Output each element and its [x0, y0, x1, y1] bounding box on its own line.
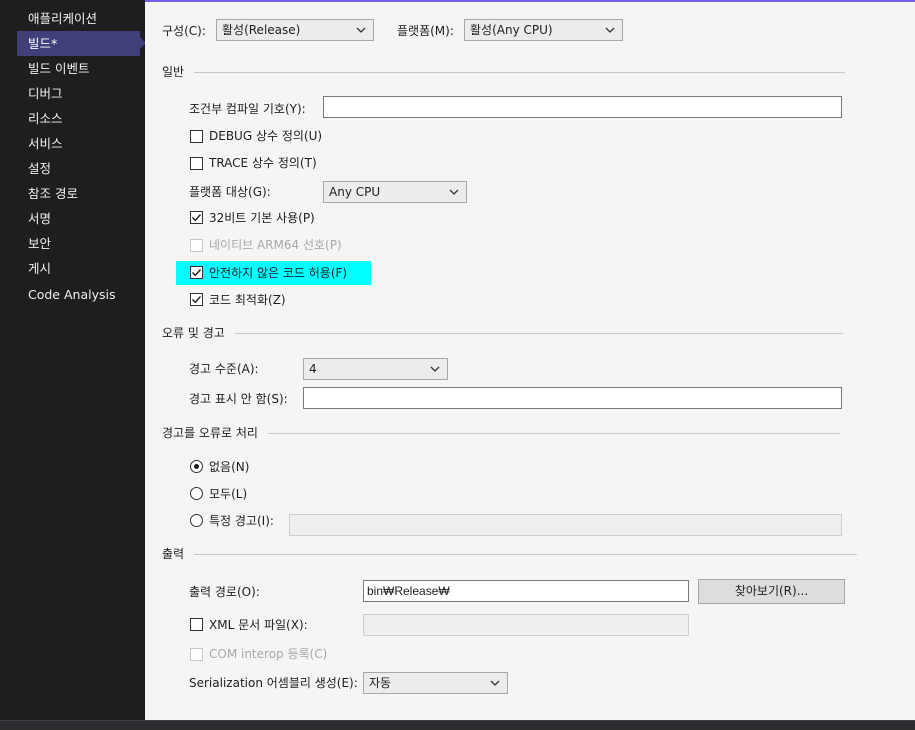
configuration-dropdown[interactable]: 활성(Release)	[216, 19, 374, 41]
chevron-down-icon	[449, 189, 459, 195]
prefer-32bit-label: 32비트 기본 사용(P)	[209, 211, 315, 225]
chevron-down-icon	[605, 27, 615, 33]
configuration-label: 구성(C):	[162, 24, 206, 38]
treat-warnings-all-label: 모두(L)	[209, 487, 248, 501]
warning-level-label: 경고 수준(A):	[189, 362, 259, 376]
suppress-warnings-input[interactable]	[303, 387, 842, 409]
warning-level-dropdown[interactable]: 4	[303, 358, 448, 380]
section-general-title: 일반	[162, 65, 185, 79]
sidebar-item-signing[interactable]: 서명	[17, 206, 140, 231]
xml-doc-input[interactable]	[363, 614, 689, 636]
section-treat-warnings: 경고를 오류로 처리	[162, 425, 840, 441]
sidebar-item-settings[interactable]: 설정	[17, 156, 140, 181]
define-debug-checkbox[interactable]	[190, 130, 203, 143]
platform-target-value: Any CPU	[329, 185, 381, 199]
browse-button[interactable]: 찾아보기(R)...	[698, 579, 845, 604]
conditional-symbols-input[interactable]	[323, 96, 842, 118]
sidebar-item-debug[interactable]: 디버그	[17, 81, 140, 106]
platform-label: 플랫폼(M):	[397, 24, 454, 38]
sidebar-item-security[interactable]: 보안	[17, 231, 140, 256]
sidebar-item-build[interactable]: 빌드*	[17, 31, 146, 56]
treat-warnings-all-radio[interactable]	[190, 487, 203, 500]
platform-target-dropdown[interactable]: Any CPU	[323, 181, 467, 203]
treat-warnings-none-label: 없음(N)	[209, 460, 250, 474]
sidebar-item-publish[interactable]: 게시	[17, 256, 140, 281]
suppress-warnings-label: 경고 표시 안 함(S):	[189, 392, 288, 406]
section-divider	[234, 332, 843, 334]
specific-warnings-input[interactable]	[289, 514, 842, 536]
allow-unsafe-label: 안전하지 않은 코드 허용(F)	[209, 266, 348, 280]
section-output-title: 출력	[162, 547, 185, 561]
sidebar-item-services[interactable]: 서비스	[17, 131, 140, 156]
checkmark-icon	[192, 214, 202, 222]
output-path-label: 출력 경로(O):	[189, 585, 260, 599]
optimize-code-label: 코드 최적화(Z)	[209, 293, 286, 307]
chevron-down-icon	[356, 27, 366, 33]
prefer-arm64-checkbox[interactable]	[190, 239, 203, 252]
section-errors-warnings: 오류 및 경고	[162, 325, 843, 341]
platform-dropdown[interactable]: 활성(Any CPU)	[464, 19, 623, 41]
section-output: 출력	[162, 546, 858, 562]
define-trace-label: TRACE 상수 정의(T)	[209, 156, 317, 170]
platform-value: 활성(Any CPU)	[470, 23, 553, 37]
define-debug-label: DEBUG 상수 정의(U)	[209, 129, 323, 143]
xml-doc-label: XML 문서 파일(X):	[209, 618, 308, 632]
treat-warnings-none-radio[interactable]	[190, 460, 203, 473]
section-divider	[194, 553, 858, 555]
chevron-down-icon	[490, 680, 500, 686]
bottom-status-strip	[0, 720, 915, 730]
serialization-label: Serialization 어셈블리 생성(E):	[189, 676, 358, 690]
chevron-down-icon	[430, 366, 440, 372]
section-divider	[194, 71, 846, 73]
optimize-code-checkbox[interactable]	[190, 293, 203, 306]
allow-unsafe-checkbox[interactable]	[190, 266, 203, 279]
prefer-arm64-label: 네이티브 ARM64 선호(P)	[209, 238, 342, 252]
sidebar-item-reference-paths[interactable]: 참조 경로	[17, 181, 140, 206]
section-errors-title: 오류 및 경고	[162, 326, 225, 340]
com-interop-checkbox[interactable]	[190, 648, 203, 661]
serialization-dropdown[interactable]: 자동	[363, 672, 508, 694]
sidebar-item-code-analysis[interactable]: Code Analysis	[17, 282, 140, 307]
conditional-symbols-label: 조건부 컴파일 기호(Y):	[189, 102, 306, 116]
sidebar-item-resources[interactable]: 리소스	[17, 106, 140, 131]
section-divider	[267, 432, 840, 434]
treat-warnings-specific-label: 특정 경고(I):	[209, 514, 274, 528]
warning-level-value: 4	[309, 362, 317, 376]
checkmark-icon	[192, 269, 202, 277]
section-treat-warnings-title: 경고를 오류로 처리	[162, 426, 258, 440]
xml-doc-checkbox[interactable]	[190, 618, 203, 631]
serialization-value: 자동	[369, 676, 392, 690]
section-general: 일반	[162, 64, 846, 80]
sidebar-item-build-events[interactable]: 빌드 이벤트	[17, 56, 140, 81]
sidebar-item-application[interactable]: 애플리케이션	[17, 6, 140, 31]
configuration-value: 활성(Release)	[222, 23, 301, 37]
prefer-32bit-checkbox[interactable]	[190, 211, 203, 224]
build-settings-panel: 구성(C): 활성(Release) 플랫폼(M): 활성(Any CPU) 일…	[145, 0, 915, 720]
output-path-input[interactable]	[363, 580, 689, 602]
treat-warnings-specific-radio[interactable]	[190, 514, 203, 527]
sidebar: 애플리케이션 빌드* 빌드 이벤트 디버그 리소스 서비스 설정 참조 경로 서…	[0, 0, 146, 720]
com-interop-label: COM interop 등록(C)	[209, 647, 328, 661]
platform-target-label: 플랫폼 대상(G):	[189, 185, 271, 199]
define-trace-checkbox[interactable]	[190, 157, 203, 170]
checkmark-icon	[192, 296, 202, 304]
